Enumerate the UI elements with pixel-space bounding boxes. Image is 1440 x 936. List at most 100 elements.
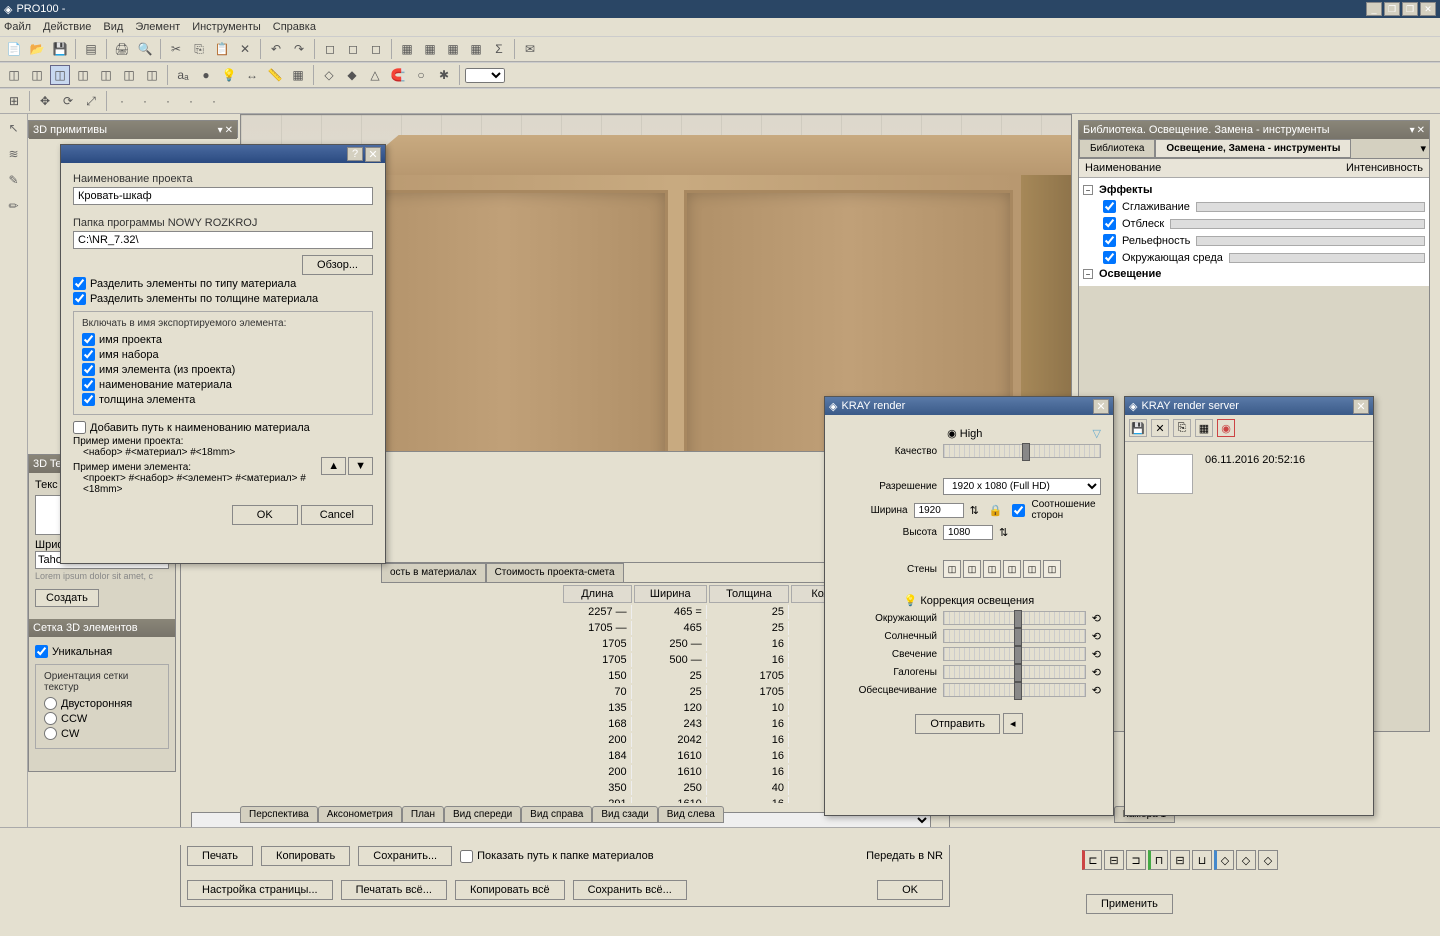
ks-view-icon[interactable]: ▦ <box>1195 419 1213 437</box>
snap5-icon[interactable]: ✱ <box>434 65 454 85</box>
pan-icon[interactable]: ≋ <box>4 144 24 164</box>
ks-stop-icon[interactable]: ◉ <box>1217 419 1235 437</box>
folder-input[interactable] <box>73 231 373 249</box>
tab-materials[interactable]: ость в материалах <box>381 563 486 582</box>
tab-right[interactable]: Вид справа <box>521 806 592 823</box>
menu-view[interactable]: Вид <box>103 21 123 33</box>
glow-slider[interactable] <box>943 647 1086 661</box>
aspect-checkbox[interactable] <box>1012 504 1025 517</box>
menu-tools[interactable]: Инструменты <box>192 21 261 33</box>
desat-slider[interactable] <box>943 683 1086 697</box>
dim-icon[interactable]: ↔ <box>242 65 262 85</box>
ks-delete-icon[interactable]: ✕ <box>1151 419 1169 437</box>
ccw-radio[interactable] <box>44 712 57 725</box>
dist-3-icon[interactable]: ◇ <box>1258 850 1278 870</box>
print-all-button[interactable]: Печатать всё... <box>341 880 447 900</box>
tab-back[interactable]: Вид сзади <box>592 806 657 823</box>
inc-thick-checkbox[interactable] <box>82 393 95 406</box>
unique-checkbox[interactable] <box>35 645 48 658</box>
right-dropdown-icon[interactable]: ▾ <box>1417 139 1429 158</box>
tool-c-icon[interactable]: ◻ <box>366 39 386 59</box>
wall-2-button[interactable]: ◫ <box>963 560 981 578</box>
quality-high-icon[interactable]: ▽ <box>1093 427 1101 440</box>
kray-close-icon[interactable]: ✕ <box>1093 399 1109 414</box>
cut-icon[interactable]: ✂ <box>166 39 186 59</box>
thumbnail[interactable] <box>1137 454 1193 494</box>
width-input[interactable] <box>914 503 964 518</box>
export-icon[interactable]: ▤ <box>81 39 101 59</box>
height-input[interactable] <box>943 525 993 540</box>
grid2-icon[interactable]: ⊞ <box>4 91 24 111</box>
show-path-checkbox[interactable] <box>460 850 473 863</box>
rotate-icon[interactable]: ⟳ <box>58 91 78 111</box>
align-center-icon[interactable]: ⊟ <box>1104 850 1124 870</box>
split-thick-checkbox[interactable] <box>73 292 86 305</box>
save-icon[interactable]: 💾 <box>50 39 70 59</box>
align-top-icon[interactable]: ⊓ <box>1148 850 1168 870</box>
col-width[interactable]: Ширина <box>634 585 707 603</box>
wall-1-button[interactable]: ◫ <box>943 560 961 578</box>
tab-front[interactable]: Вид спереди <box>444 806 521 823</box>
delete-icon[interactable]: ✕ <box>235 39 255 59</box>
minimize-button[interactable]: _ <box>1366 2 1382 16</box>
tool-b-icon[interactable]: ◻ <box>343 39 363 59</box>
wall-3-button[interactable]: ◫ <box>983 560 1001 578</box>
cube7-icon[interactable]: ◫ <box>142 65 162 85</box>
effect-reflection-checkbox[interactable] <box>1103 217 1116 230</box>
op3-icon[interactable]: · <box>158 91 178 111</box>
move-icon[interactable]: ✥ <box>35 91 55 111</box>
eyedrop-icon[interactable]: ✎ <box>4 170 24 190</box>
col-length[interactable]: Длина <box>563 585 632 603</box>
menu-element[interactable]: Элемент <box>135 21 180 33</box>
ruler-icon[interactable]: 📏 <box>265 65 285 85</box>
align-mid-icon[interactable]: ⊟ <box>1170 850 1190 870</box>
ks-save-icon[interactable]: 💾 <box>1129 419 1147 437</box>
text-icon[interactable]: aₐ <box>173 65 193 85</box>
op5-icon[interactable]: · <box>204 91 224 111</box>
paint-icon[interactable]: ✏ <box>4 196 24 216</box>
add-path-checkbox[interactable] <box>73 421 86 434</box>
mail-icon[interactable]: ✉ <box>520 39 540 59</box>
reset-3-icon[interactable]: ⟲ <box>1092 648 1101 661</box>
export-ok-button[interactable]: OK <box>232 505 298 525</box>
bottom-ok-button[interactable]: OK <box>877 880 943 900</box>
align-left-icon[interactable]: ⊏ <box>1082 850 1102 870</box>
op2-icon[interactable]: · <box>135 91 155 111</box>
light1-icon[interactable]: ● <box>196 65 216 85</box>
height-spinner-icon[interactable]: ⇅ <box>999 526 1008 539</box>
wall-5-button[interactable]: ◫ <box>1023 560 1041 578</box>
list-icon[interactable]: ▦ <box>443 39 463 59</box>
inc-proj-checkbox[interactable] <box>82 333 95 346</box>
menu-action[interactable]: Действие <box>43 21 91 33</box>
wall-4-button[interactable]: ◫ <box>1003 560 1021 578</box>
lock-icon[interactable]: 🔒 <box>989 504 1003 517</box>
op4-icon[interactable]: · <box>181 91 201 111</box>
tab-perspective[interactable]: Перспектива <box>240 806 318 823</box>
redo-icon[interactable]: ↷ <box>289 39 309 59</box>
sum-icon[interactable]: Σ <box>489 39 509 59</box>
dist-v-icon[interactable]: ◇ <box>1236 850 1256 870</box>
reset-4-icon[interactable]: ⟲ <box>1092 666 1101 679</box>
cube4-icon[interactable]: ◫ <box>73 65 93 85</box>
report-icon[interactable]: ▦ <box>420 39 440 59</box>
cube1-icon[interactable]: ◫ <box>4 65 24 85</box>
dialog-help-icon[interactable]: ? <box>347 147 363 161</box>
undo-icon[interactable]: ↶ <box>266 39 286 59</box>
tab-cost[interactable]: Стоимость проекта-смета <box>486 563 624 582</box>
effect-relief-checkbox[interactable] <box>1103 234 1116 247</box>
opt-icon[interactable]: ▦ <box>466 39 486 59</box>
inc-elem-checkbox[interactable] <box>82 363 95 376</box>
cw-radio[interactable] <box>44 727 57 740</box>
copy-all-button[interactable]: Копировать всё <box>455 880 565 900</box>
maximize-button[interactable]: ❐ <box>1384 2 1400 16</box>
dist-h-icon[interactable]: ◇ <box>1214 850 1234 870</box>
effect-smoothing-checkbox[interactable] <box>1103 200 1116 213</box>
right-close-icon[interactable]: ✕ <box>1417 125 1425 136</box>
snap4-icon[interactable]: ○ <box>411 65 431 85</box>
effect-env-checkbox[interactable] <box>1103 251 1116 264</box>
arrow-up-button[interactable]: ▲ <box>321 457 346 475</box>
inc-mat-checkbox[interactable] <box>82 378 95 391</box>
proj-input[interactable] <box>73 187 373 205</box>
copy-icon[interactable]: ⎘ <box>189 39 209 59</box>
inc-set-checkbox[interactable] <box>82 348 95 361</box>
